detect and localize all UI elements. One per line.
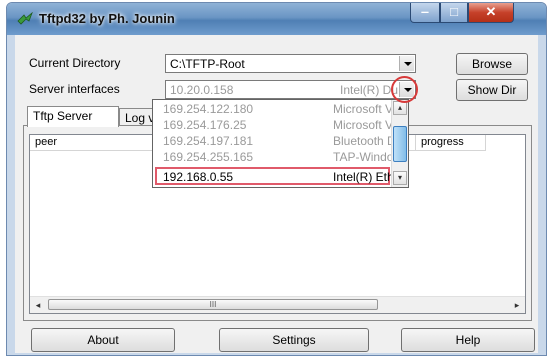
- scroll-right-icon[interactable]: ▸: [509, 297, 525, 313]
- server-interfaces-nic: Intel(R) Du: [340, 83, 399, 97]
- settings-button[interactable]: Settings: [219, 328, 369, 352]
- scroll-down-icon[interactable]: ▾: [393, 171, 407, 185]
- chevron-down-icon: [404, 62, 412, 66]
- server-interfaces-ip: 10.20.0.158: [170, 83, 234, 97]
- scroll-up-icon[interactable]: ▴: [393, 101, 407, 115]
- current-directory-dropdown-button[interactable]: [399, 56, 414, 71]
- interface-nic: Microsoft V: [333, 102, 391, 116]
- show-dir-button[interactable]: Show Dir: [456, 79, 528, 101]
- interface-nic: Intel(R) Eth: [333, 170, 391, 184]
- minimize-button[interactable]: ‒: [410, 3, 440, 23]
- about-button[interactable]: About: [31, 328, 175, 352]
- title-bar[interactable]: Tftpd32 by Ph. Jounin ‒ □ ✕: [7, 3, 546, 35]
- current-directory-value: C:\TFTP-Root: [170, 57, 245, 71]
- client-area: Current Directory C:\TFTP-Root Browse Se…: [15, 35, 538, 353]
- interface-option[interactable]: 169.254.255.165 TAP-Windo: [155, 150, 391, 165]
- interface-ip: 192.168.0.55: [163, 170, 234, 184]
- interface-nic: Microsoft V: [333, 118, 391, 132]
- browse-button[interactable]: Browse: [456, 53, 528, 75]
- maximize-icon: □: [450, 4, 458, 19]
- server-interfaces-dropdown-list[interactable]: 169.254.122.180 Microsoft V 169.254.176.…: [152, 99, 409, 188]
- interface-option-selected[interactable]: 192.168.0.55 Intel(R) Eth: [155, 167, 391, 185]
- interface-ip: 169.254.197.181: [163, 134, 254, 148]
- help-button[interactable]: Help: [401, 328, 535, 352]
- close-icon: ✕: [485, 4, 497, 19]
- vertical-scroll-thumb[interactable]: [393, 126, 407, 162]
- grip-icon: III: [209, 300, 217, 309]
- interface-option[interactable]: 169.254.176.25 Microsoft V: [155, 118, 391, 133]
- interface-option[interactable]: 169.254.197.181 Bluetooth D: [155, 134, 391, 149]
- interface-ip: 169.254.122.180: [163, 102, 254, 116]
- tftp-app-icon: [17, 12, 33, 25]
- column-header-progress[interactable]: progress: [416, 135, 486, 151]
- horizontal-scrollbar[interactable]: ◂ III ▸: [30, 296, 525, 313]
- server-interfaces-combo[interactable]: 10.20.0.158 Intel(R) Du: [165, 80, 416, 99]
- maximize-button[interactable]: □: [440, 3, 468, 23]
- scroll-left-icon[interactable]: ◂: [30, 297, 46, 313]
- minimize-icon: ‒: [421, 4, 429, 19]
- close-button[interactable]: ✕: [468, 3, 514, 23]
- interface-ip: 169.254.176.25: [163, 118, 247, 132]
- current-directory-label: Current Directory: [29, 56, 121, 70]
- current-directory-combo[interactable]: C:\TFTP-Root: [165, 54, 416, 73]
- dropdown-vertical-scrollbar[interactable]: ▴ ▾: [391, 100, 408, 187]
- tab-tftp-server[interactable]: Tftp Server: [27, 106, 119, 127]
- window-title: Tftpd32 by Ph. Jounin: [39, 11, 175, 26]
- interface-nic: Bluetooth D: [333, 134, 391, 148]
- interface-nic: TAP-Windo: [333, 150, 391, 164]
- server-interfaces-label: Server interfaces: [29, 82, 120, 96]
- highlight-circle-annotation: [391, 76, 418, 103]
- interface-option[interactable]: 169.254.122.180 Microsoft V: [155, 102, 391, 117]
- interface-ip: 169.254.255.165: [163, 150, 254, 164]
- horizontal-scroll-thumb[interactable]: III: [48, 299, 378, 310]
